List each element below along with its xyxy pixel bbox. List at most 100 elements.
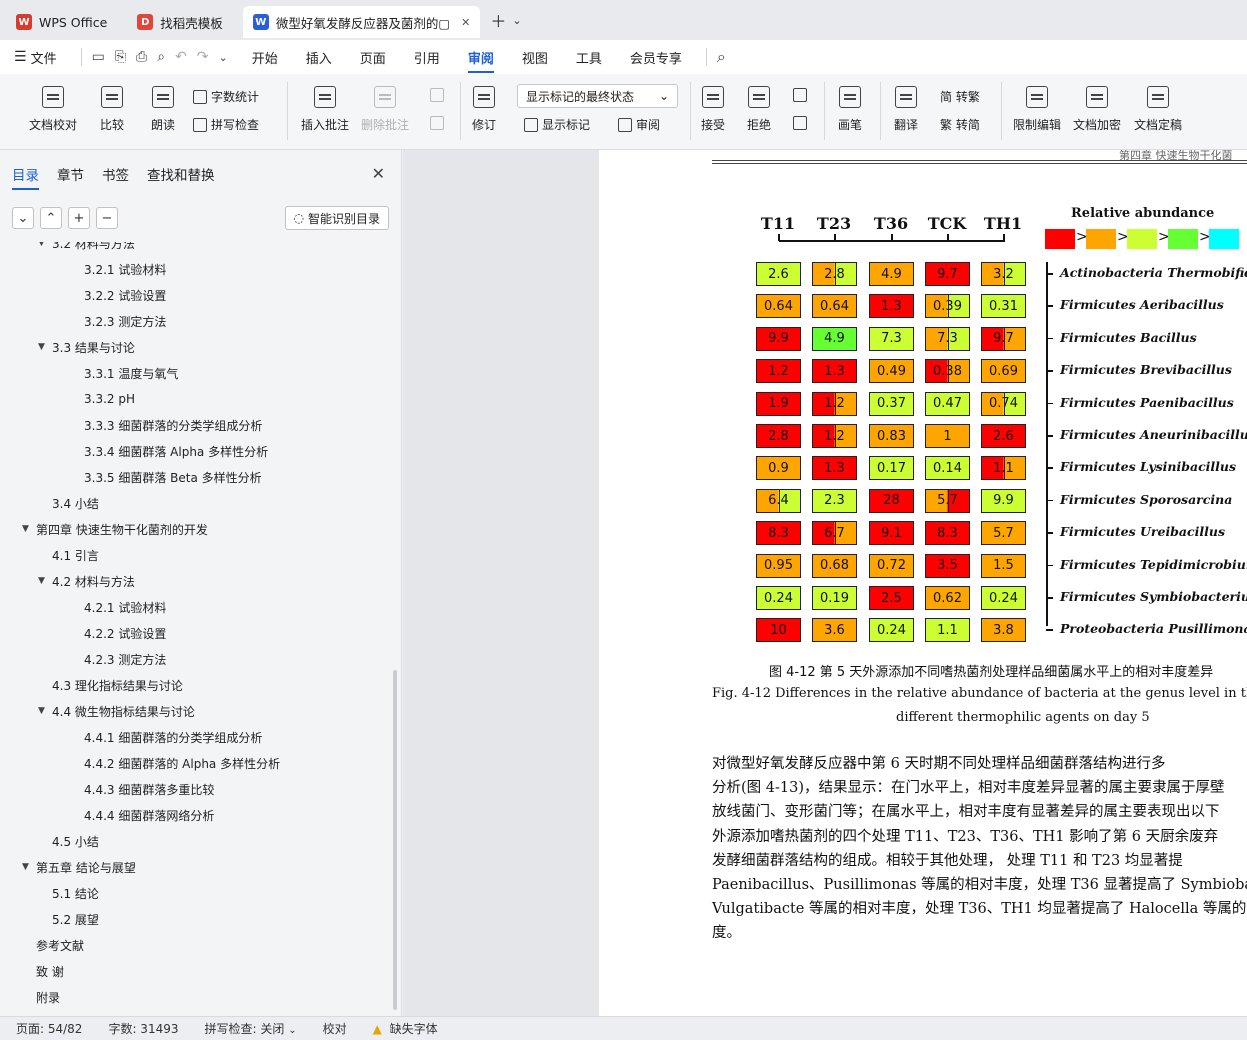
toc-item[interactable]: 4.4.3 细菌群落多重比较	[84, 776, 214, 802]
markup-state-select[interactable]: 显示标记的最终状态 ⌄	[517, 84, 678, 108]
compare-button[interactable]: 比较	[100, 86, 124, 133]
review-pane-button[interactable]: 审阅	[618, 116, 660, 133]
tab-view[interactable]: 视图	[522, 42, 548, 73]
collapse-arrow-icon[interactable]: ▼	[38, 706, 52, 716]
undo-icon[interactable]: ↶	[175, 49, 187, 65]
toc-item[interactable]: 5.1 结论	[52, 880, 99, 906]
tab-tools[interactable]: 工具	[576, 42, 602, 73]
accept-button[interactable]: 接受	[701, 86, 725, 133]
toc-item[interactable]: 4.4.4 细菌群落网络分析	[84, 802, 214, 828]
tab-wps-office[interactable]: W WPS Office	[6, 6, 117, 38]
translate-button[interactable]: 翻译	[894, 86, 918, 133]
collapse-arrow-icon[interactable]: ▼	[38, 242, 52, 248]
nav-tab-toc[interactable]: 目录	[12, 164, 39, 190]
toc-item[interactable]: 3.2.2 试验设置	[84, 282, 166, 308]
prev-comment-button[interactable]	[430, 88, 444, 102]
toc-item[interactable]: ▼ 4.2 材料与方法	[38, 568, 135, 594]
word-count-button[interactable]: 字数统计	[193, 88, 259, 105]
toc-item[interactable]: 3.4 小结	[52, 490, 99, 516]
insert-comment-button[interactable]: 插入批注	[301, 86, 349, 133]
missing-font-indicator[interactable]: ▲ 缺失字体	[373, 1020, 438, 1037]
tab-insert[interactable]: 插入	[306, 42, 332, 73]
toc-item[interactable]: ▼ 4.4 微生物指标结果与讨论	[38, 698, 195, 724]
finalize-button[interactable]: 文档定稿	[1134, 86, 1182, 133]
document-page[interactable]: 第四章 快速生物干化菌 Relative abundance 图 4-12 第 …	[599, 150, 1247, 1016]
tab-document[interactable]: W 微型好氧发酵反应器及菌剂的▢ ✕	[242, 6, 481, 38]
tab-references[interactable]: 引用	[414, 42, 440, 73]
word-count-indicator[interactable]: 字数: 31493	[108, 1020, 178, 1037]
toc-item[interactable]: 3.3.1 温度与氧气	[84, 360, 178, 386]
nav-tab-find-replace[interactable]: 查找和替换	[147, 164, 215, 188]
collapse-arrow-icon[interactable]: ▼	[38, 576, 52, 586]
next-change-button[interactable]	[793, 116, 807, 130]
search-icon[interactable]: ⌕	[717, 47, 726, 67]
delete-comment-button[interactable]: 删除批注	[361, 86, 409, 133]
close-icon[interactable]: ✕	[461, 16, 470, 29]
print-preview-icon[interactable]: ⌕	[157, 49, 165, 65]
revise-button[interactable]: 修订	[472, 86, 496, 133]
tab-membership[interactable]: 会员专享	[630, 42, 682, 73]
collapse-arrow-icon[interactable]: ▼	[38, 342, 52, 352]
redo-icon[interactable]: ↷	[197, 49, 209, 65]
toc-item[interactable]: 4.2.3 测定方法	[84, 646, 166, 672]
spell-check-indicator[interactable]: 拼写检查: 关闭 ⌄	[205, 1020, 297, 1037]
proof-indicator[interactable]: 校对	[323, 1020, 347, 1037]
print-icon[interactable]: ⎙	[136, 49, 147, 65]
collapse-up-button[interactable]: ⌃	[40, 207, 62, 229]
toc-item[interactable]: 参考文献	[36, 932, 84, 958]
tab-template[interactable]: D 找稻壳模板	[127, 6, 233, 38]
toc-item[interactable]: ▼ 第四章 快速生物干化菌剂的开发	[22, 516, 208, 542]
next-comment-button[interactable]	[430, 116, 444, 130]
encrypt-button[interactable]: 文档加密	[1073, 86, 1121, 133]
chevron-down-icon[interactable]: ⌄	[219, 51, 228, 64]
pen-button[interactable]: 画笔	[838, 86, 862, 133]
toc-item[interactable]: 4.3 理化指标结果与讨论	[52, 672, 183, 698]
toc-item[interactable]: ▼ 3.3 结果与讨论	[38, 334, 135, 360]
close-icon[interactable]: ✕	[372, 164, 385, 183]
nav-tab-bookmarks[interactable]: 书签	[102, 164, 129, 188]
collapse-arrow-icon[interactable]: ▼	[22, 862, 36, 872]
toc-item[interactable]: 3.3.4 细菌群落 Alpha 多样性分析	[84, 438, 268, 464]
spell-check-button[interactable]: 拼写检查	[193, 116, 259, 133]
smart-toc-button[interactable]: ◌ 智能识别目录	[284, 206, 389, 230]
page-indicator[interactable]: 页面: 54/82	[16, 1020, 82, 1037]
toc-item[interactable]: 3.2.3 测定方法	[84, 308, 166, 334]
show-markup-button[interactable]: 显示标记	[524, 116, 590, 133]
toc-item[interactable]: ▼ 第五章 结论与展望	[22, 854, 136, 880]
to-traditional-button[interactable]: 简 转繁	[940, 88, 980, 105]
toc-item[interactable]: 3.2.1 试验材料	[84, 256, 166, 282]
toc-item[interactable]: 附录	[36, 984, 60, 1010]
add-heading-button[interactable]: +	[68, 207, 90, 229]
file-menu[interactable]: ☰ 文件	[14, 48, 57, 67]
toc-item[interactable]: 4.4.2 细菌群落的 Alpha 多样性分析	[84, 750, 280, 776]
toc-scrollbar[interactable]	[393, 670, 397, 1010]
restrict-edit-button[interactable]: 限制编辑	[1013, 86, 1061, 133]
save-icon[interactable]: ▭	[92, 49, 105, 65]
toc-item[interactable]: 5.2 展望	[52, 906, 99, 932]
tab-page[interactable]: 页面	[360, 42, 386, 73]
tab-home[interactable]: 开始	[252, 42, 278, 73]
toc-item[interactable]: 4.1 引言	[52, 542, 99, 568]
toc-item[interactable]: 致 谢	[36, 958, 64, 984]
toc-item[interactable]: 3.3.2 pH	[84, 386, 135, 412]
prev-change-button[interactable]	[793, 88, 807, 102]
reject-button[interactable]: 拒绝	[747, 86, 771, 133]
read-aloud-button[interactable]: 朗读	[151, 86, 175, 133]
toc-item[interactable]: ▼ 3.2 材料与方法	[38, 242, 135, 256]
tab-review[interactable]: 审阅	[467, 42, 494, 73]
share-icon[interactable]: ⎘	[115, 49, 126, 65]
remove-heading-button[interactable]: −	[96, 207, 118, 229]
toc-item[interactable]: 3.3.5 细菌群落 Beta 多样性分析	[84, 464, 262, 490]
nav-tab-chapters[interactable]: 章节	[57, 164, 84, 188]
expand-down-button[interactable]: ⌄	[12, 207, 34, 229]
toc-item[interactable]: 4.2.1 试验材料	[84, 594, 166, 620]
collapse-arrow-icon[interactable]: ▼	[22, 524, 36, 534]
to-simplified-button[interactable]: 繁 转简	[940, 116, 980, 133]
toc-item[interactable]: 4.5 小结	[52, 828, 99, 854]
chevron-down-icon[interactable]: ⌄	[512, 14, 521, 27]
doc-check-button[interactable]: 文档校对	[29, 86, 77, 133]
add-tab-icon[interactable]: ＋	[490, 8, 506, 32]
toc-item[interactable]: 4.2.2 试验设置	[84, 620, 166, 646]
toc-item[interactable]: 4.4.1 细菌群落的分类学组成分析	[84, 724, 262, 750]
toc-item[interactable]: 3.3.3 细菌群落的分类学组成分析	[84, 412, 262, 438]
